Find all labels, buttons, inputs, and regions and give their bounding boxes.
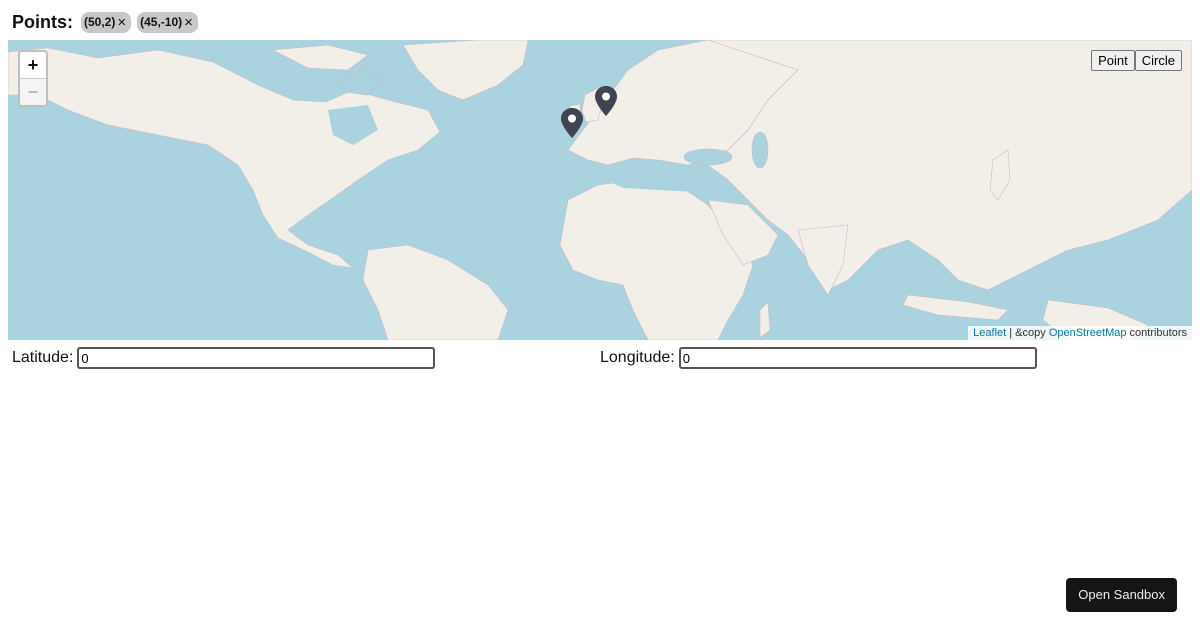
zoom-control: + −: [18, 50, 48, 107]
longitude-label: Longitude:: [600, 349, 675, 366]
map-pin-icon[interactable]: [561, 108, 583, 138]
map[interactable]: + − Point Circle Leaflet | &copy OpenStr…: [8, 40, 1192, 340]
point-chip: (45,-10) ×: [137, 11, 198, 33]
attribution-contributors: contributors: [1126, 327, 1187, 339]
close-icon[interactable]: ×: [184, 15, 193, 30]
point-chip: (50,2) ×: [81, 11, 132, 33]
point-chip-label: (50,2): [84, 15, 116, 29]
latitude-label: Latitude:: [12, 349, 74, 366]
map-attribution: Leaflet | &copy OpenStreetMap contributo…: [968, 326, 1192, 340]
point-mode-button[interactable]: Point: [1091, 50, 1135, 71]
longitude-row: Longitude:: [600, 347, 1037, 369]
zoom-out-button[interactable]: −: [20, 79, 46, 105]
points-title: Points:: [12, 11, 73, 32]
latitude-input[interactable]: [77, 347, 436, 369]
close-icon[interactable]: ×: [117, 15, 126, 30]
point-chip-label: (45,-10): [140, 15, 183, 29]
draw-mode-buttons: Point Circle: [1091, 50, 1182, 71]
osm-link[interactable]: OpenStreetMap: [1049, 327, 1127, 339]
map-pin-icon[interactable]: [595, 86, 617, 116]
circle-mode-button[interactable]: Circle: [1134, 50, 1182, 71]
latitude-row: Latitude:: [12, 347, 436, 369]
leaflet-link[interactable]: Leaflet: [973, 327, 1006, 339]
points-bar: Points: (50,2) × (45,-10) ×: [12, 10, 198, 34]
map-tiles: [8, 40, 1192, 340]
attribution-separator: |: [1006, 327, 1016, 339]
open-sandbox-button[interactable]: Open Sandbox: [1066, 578, 1177, 612]
zoom-in-button[interactable]: +: [20, 52, 46, 79]
longitude-input[interactable]: [678, 347, 1037, 369]
attribution-copy: &copy: [1015, 327, 1049, 339]
